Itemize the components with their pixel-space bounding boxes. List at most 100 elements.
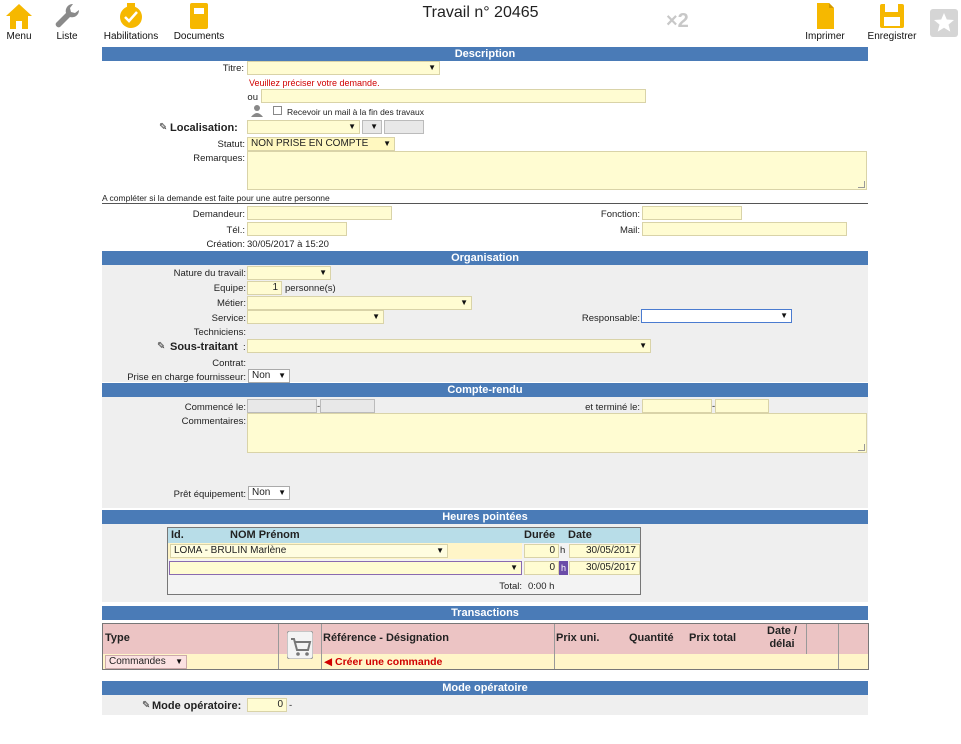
- heures-table-header: Id. NOM Prénom Durée Date: [168, 528, 640, 543]
- heures-table: Id. NOM Prénom Durée Date LOMA - BRULIN …: [167, 527, 641, 595]
- liste-label: Liste: [56, 31, 78, 42]
- responsable-select[interactable]: [641, 309, 792, 323]
- equipe-input[interactable]: 1: [247, 281, 282, 295]
- mode-operatoire-pencil-icon: ✎: [142, 700, 151, 711]
- col-reference: Référence - Désignation: [323, 632, 449, 644]
- techniciens-label: Techniciens:: [193, 327, 246, 338]
- col-duree: Durée: [524, 529, 556, 541]
- responsable-label: Responsable:: [581, 313, 640, 324]
- section-heures-header: Heures pointées: [102, 510, 868, 524]
- mail-notify-label: Recevoir un mail à la fin des travaux: [287, 107, 425, 117]
- fonction-input[interactable]: [642, 206, 742, 220]
- menu-label: Menu: [6, 31, 32, 42]
- heures-nom-select-2[interactable]: [169, 561, 522, 575]
- shopping-cart-icon: [286, 630, 314, 660]
- transactions-table-header: Type Référence - Désignation Prix uni. Q…: [103, 624, 868, 654]
- documents-label: Documents: [173, 31, 225, 42]
- nature-label: Nature du travail:: [173, 268, 246, 279]
- demandeur-input[interactable]: [247, 206, 392, 220]
- section-mode-operatoire-header: Mode opératoire: [102, 681, 868, 695]
- mode-operatoire-input[interactable]: 0: [247, 698, 287, 712]
- commentaires-textarea[interactable]: [247, 413, 867, 453]
- tel-label: Tél.:: [226, 225, 245, 236]
- print-document-icon: [817, 3, 834, 29]
- pret-label: Prêt équipement:: [173, 489, 246, 500]
- commence-label: Commencé le:: [184, 402, 246, 413]
- commence-time-input[interactable]: [320, 399, 375, 413]
- metier-select[interactable]: [247, 296, 472, 310]
- enregistrer-button[interactable]: Enregistrer: [862, 2, 922, 42]
- titre-label: Titre:: [222, 63, 244, 74]
- statut-label: Statut:: [217, 139, 245, 150]
- creation-value: 30/05/2017 à 15:20: [247, 239, 329, 250]
- remarques-label: Remarques:: [193, 153, 245, 164]
- localisation-code-input[interactable]: [384, 120, 424, 134]
- termine-time-input[interactable]: [715, 399, 769, 413]
- sous-traitant-pencil-icon: ✎: [157, 341, 166, 352]
- col-date-delai: Date / délai: [767, 625, 797, 650]
- creation-label: Création:: [206, 239, 245, 250]
- cart-button[interactable]: [286, 630, 314, 662]
- mail-label: Mail:: [619, 225, 640, 236]
- imprimer-button[interactable]: Imprimer: [802, 2, 848, 42]
- sous-traitant-select[interactable]: [247, 339, 651, 353]
- multiply-indicator: ×2: [666, 10, 689, 32]
- titre-select[interactable]: [247, 61, 440, 75]
- col-nom: NOM Prénom: [230, 529, 300, 541]
- equipe-unit: personne(s): [285, 283, 336, 294]
- col-id: Id.: [171, 529, 184, 541]
- service-select[interactable]: [247, 310, 384, 324]
- localisation-subselect[interactable]: [362, 120, 382, 134]
- commentaires-label: Commentaires:: [181, 416, 246, 427]
- mail-input[interactable]: [642, 222, 847, 236]
- col-quantite: Quantité: [629, 632, 674, 644]
- save-floppy-icon: [880, 4, 904, 28]
- heures-duree-input-2[interactable]: 0: [524, 561, 559, 575]
- favorite-star-button[interactable]: [930, 9, 958, 40]
- pret-select[interactable]: Non: [248, 486, 290, 500]
- mode-operatoire-label: Mode opératoire:: [152, 700, 242, 712]
- heures-date-input-1[interactable]: 30/05/2017: [569, 544, 640, 558]
- transaction-type-select[interactable]: Commandes: [105, 655, 187, 669]
- demandeur-label: Demandeur:: [192, 209, 245, 220]
- habilitations-label: Habilitations: [103, 31, 159, 42]
- total-value: 0:00 h: [528, 581, 555, 592]
- imprimer-label: Imprimer: [805, 31, 845, 42]
- statut-select[interactable]: NON PRISE EN COMPTE: [247, 137, 395, 151]
- heures-duree-input-1[interactable]: 0: [524, 544, 559, 558]
- section-description-header: Description: [102, 47, 868, 61]
- ou-label: ou: [247, 92, 258, 103]
- titre-hint: Veuillez préciser votre demande.: [249, 78, 380, 88]
- nature-select[interactable]: [247, 266, 331, 280]
- pencil-icon: ✎: [159, 122, 168, 133]
- termine-label: et terminé le:: [585, 402, 640, 413]
- person-icon: [251, 104, 263, 120]
- heures-nom-select-1[interactable]: LOMA - BRULIN Marlène: [170, 544, 448, 558]
- localisation-label: Localisation:: [170, 122, 238, 134]
- localisation-select[interactable]: [247, 120, 360, 134]
- heures-date-input-2[interactable]: 30/05/2017: [569, 561, 640, 575]
- transactions-table: Type Référence - Désignation Prix uni. Q…: [102, 623, 869, 670]
- section-transactions-header: Transactions: [102, 606, 868, 620]
- create-order-label: Créer une commande: [335, 656, 443, 668]
- mail-notify-checkbox[interactable]: [273, 106, 282, 115]
- section-organisation-header: Organisation: [102, 251, 868, 265]
- prise-en-charge-select[interactable]: Non: [248, 369, 290, 383]
- termine-date-input[interactable]: [642, 399, 712, 413]
- create-order-link[interactable]: ◀ Créer une commande: [324, 656, 442, 668]
- contrat-label: Contrat:: [212, 358, 246, 369]
- sous-traitant-label: Sous-traitant: [170, 341, 238, 353]
- metier-label: Métier:: [216, 298, 246, 309]
- left-arrow-icon: ◀: [324, 656, 335, 668]
- equipe-label: Equipe:: [213, 283, 246, 294]
- divider: [102, 203, 868, 204]
- titre-free-input[interactable]: [261, 89, 646, 103]
- remarques-textarea[interactable]: [247, 151, 867, 190]
- enregistrer-label: Enregistrer: [867, 31, 917, 42]
- mode-operatoire-dash: -: [289, 700, 293, 711]
- prise-en-charge-label: Prise en charge fournisseur:: [127, 372, 246, 383]
- fonction-label: Fonction:: [600, 209, 640, 220]
- col-divider: [838, 624, 839, 669]
- commence-date-input[interactable]: [247, 399, 317, 413]
- tel-input[interactable]: [247, 222, 347, 236]
